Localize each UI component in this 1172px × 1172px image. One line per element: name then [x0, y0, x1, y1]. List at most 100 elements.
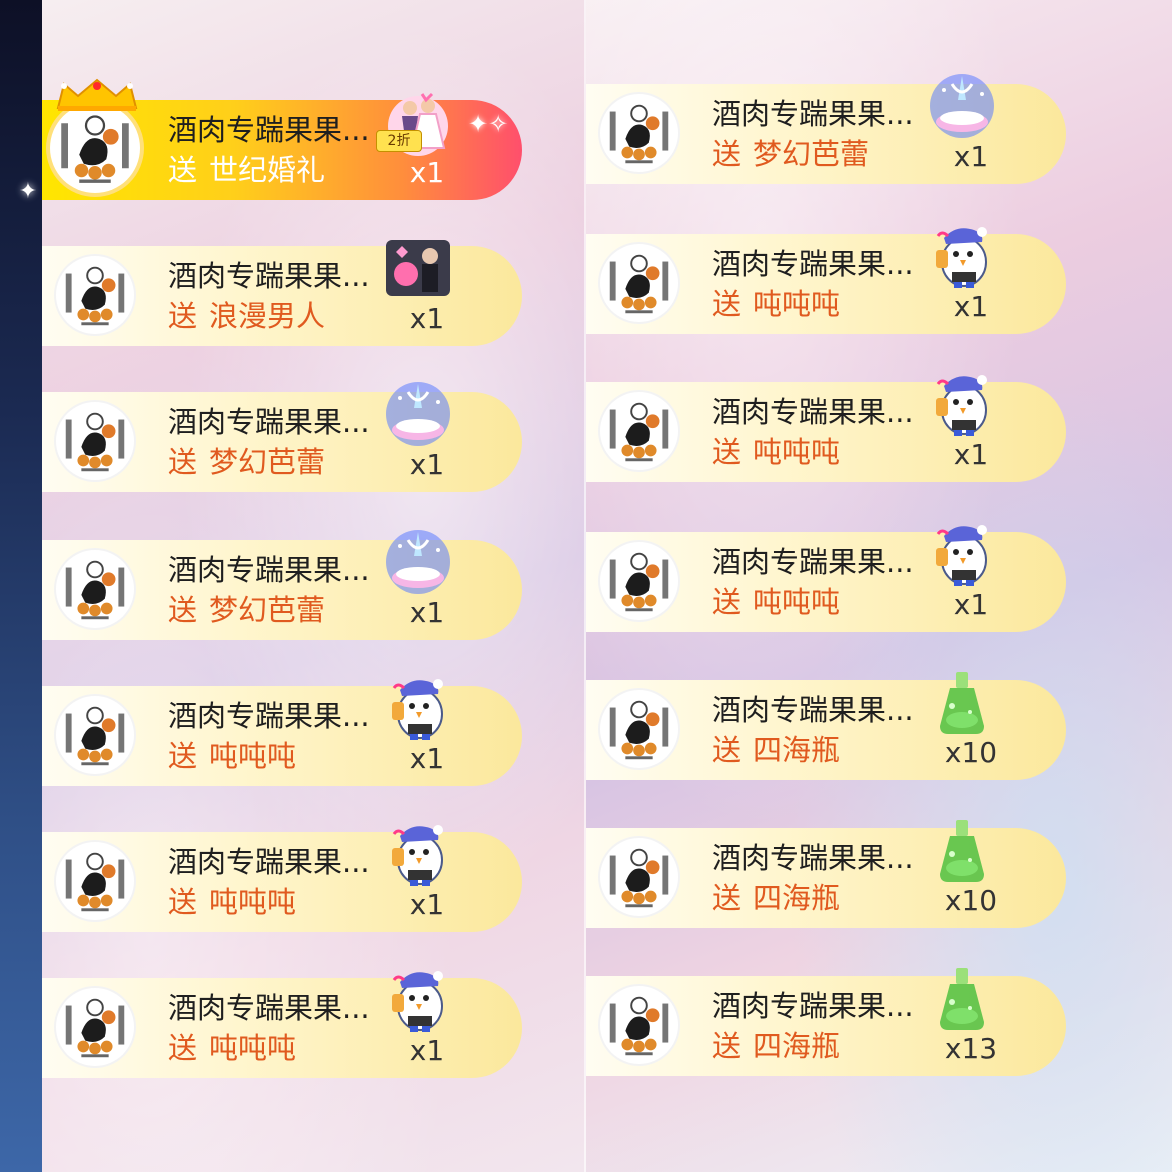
- gift-message-right_column-7[interactable]: 酒肉专踹果果... 送四海瓶 x13: [586, 968, 1066, 1076]
- gift-line: 送浪漫男人: [168, 298, 325, 334]
- gift-count: x1: [953, 140, 989, 173]
- gift-name: 吨吨吨: [209, 739, 297, 773]
- gift-name: 世纪婚礼: [209, 153, 326, 187]
- avatar[interactable]: [50, 103, 140, 193]
- gift-line: 送梦幻芭蕾: [168, 444, 325, 480]
- sender-name: 酒肉专踹果果...: [168, 259, 370, 293]
- sender-name: 酒肉专踹果果...: [712, 693, 914, 727]
- gift-message-right_column-5[interactable]: 酒肉专踹果果... 送四海瓶 x10: [586, 672, 1066, 780]
- discount-badge: 2折: [376, 130, 422, 152]
- gift-message-right_column-1[interactable]: 酒肉专踹果果... 送梦幻芭蕾 x1: [586, 74, 1066, 184]
- avatar[interactable]: [56, 988, 134, 1066]
- gift-message-right_column-3[interactable]: 酒肉专踹果果... 送吨吨吨 x1: [586, 375, 1066, 482]
- penguin-drink-icon: [382, 964, 454, 1036]
- penguin-drink-icon: [926, 220, 998, 292]
- avatar[interactable]: [56, 550, 134, 628]
- gift-name: 梦幻芭蕾: [209, 445, 326, 479]
- gift-count: x1: [409, 888, 445, 921]
- gift-message-left_column-1[interactable]: 酒肉专踹果果... 送世纪婚礼 x1 2折 ✦✧: [42, 78, 522, 200]
- sender-name: 酒肉专踹果果...: [168, 991, 370, 1025]
- send-label: 送: [712, 1029, 742, 1063]
- avatar[interactable]: [600, 838, 678, 916]
- sender-name: 酒肉专踹果果...: [712, 97, 914, 131]
- gift-line: 送吨吨吨: [712, 584, 840, 620]
- gift-message-right_column-4[interactable]: 酒肉专踹果果... 送吨吨吨 x1: [586, 525, 1066, 632]
- send-label: 送: [712, 137, 742, 171]
- gift-name: 浪漫男人: [209, 299, 326, 333]
- send-label: 送: [712, 435, 742, 469]
- avatar[interactable]: [56, 256, 134, 334]
- gift-count: x1: [409, 596, 445, 629]
- sender-name: 酒肉专踹果果...: [168, 699, 370, 733]
- avatar[interactable]: [600, 690, 678, 768]
- avatar[interactable]: [600, 392, 678, 470]
- sender-name: 酒肉专踹果果...: [712, 395, 914, 429]
- gift-name: 吨吨吨: [753, 287, 841, 321]
- gift-message-left_column-4[interactable]: 酒肉专踹果果... 送梦幻芭蕾 x1: [42, 530, 522, 640]
- gift-name: 吨吨吨: [209, 885, 297, 919]
- penguin-drink-icon: [926, 518, 998, 590]
- gift-name: 四海瓶: [753, 733, 841, 767]
- left-gift-panel: 酒肉专踹果果... 送世纪婚礼 x1 2折✦✧ 酒肉专踹果果... 送浪漫男人: [42, 0, 586, 1172]
- sender-name: 酒肉专踹果果...: [168, 113, 370, 147]
- gift-name: 吨吨吨: [753, 585, 841, 619]
- gift-message-left_column-6[interactable]: 酒肉专踹果果... 送吨吨吨 x1: [42, 825, 522, 932]
- gift-line: 送吨吨吨: [168, 738, 296, 774]
- dream-ballet-icon: [382, 378, 454, 450]
- send-label: 送: [168, 445, 198, 479]
- gift-count: x1: [953, 290, 989, 323]
- avatar[interactable]: [56, 402, 134, 480]
- send-label: 送: [168, 885, 198, 919]
- gift-message-left_column-5[interactable]: 酒肉专踹果果... 送吨吨吨 x1: [42, 679, 522, 786]
- sparkle-icon: ✦✧: [468, 110, 509, 138]
- gift-line: 送吨吨吨: [712, 286, 840, 322]
- avatar[interactable]: [600, 542, 678, 620]
- penguin-drink-icon: [926, 368, 998, 440]
- send-label: 送: [168, 299, 198, 333]
- green-bottle-icon: [926, 814, 998, 886]
- gift-line: 送吨吨吨: [168, 1030, 296, 1066]
- gift-line: 送吨吨吨: [168, 884, 296, 920]
- sender-name: 酒肉专踹果果...: [712, 841, 914, 875]
- send-label: 送: [712, 881, 742, 915]
- gift-name: 梦幻芭蕾: [209, 593, 326, 627]
- gift-message-right_column-2[interactable]: 酒肉专踹果果... 送吨吨吨 x1: [586, 227, 1066, 334]
- gift-name: 吨吨吨: [209, 1031, 297, 1065]
- gift-message-right_column-6[interactable]: 酒肉专踹果果... 送四海瓶 x10: [586, 820, 1066, 928]
- gift-line: 送四海瓶: [712, 1028, 840, 1064]
- gift-count: x1: [409, 742, 445, 775]
- sparkle-icon: ✦: [18, 179, 38, 204]
- gift-message-left_column-2[interactable]: 酒肉专踹果果... 送浪漫男人 x1: [42, 240, 522, 346]
- send-label: 送: [712, 287, 742, 321]
- gift-line: 送梦幻芭蕾: [712, 136, 869, 172]
- gift-count: x1: [409, 1034, 445, 1067]
- gift-line: 送世纪婚礼: [168, 152, 325, 188]
- gift-name: 四海瓶: [753, 881, 841, 915]
- avatar[interactable]: [600, 244, 678, 322]
- sender-name: 酒肉专踹果果...: [712, 989, 914, 1023]
- gift-message-left_column-7[interactable]: 酒肉专踹果果... 送吨吨吨 x1: [42, 971, 522, 1078]
- romantic-man-icon: [382, 232, 454, 304]
- green-bottle-icon: [926, 666, 998, 738]
- avatar[interactable]: [56, 842, 134, 920]
- gift-count: x1: [953, 438, 989, 471]
- right-gift-panel: 酒肉专踹果果... 送梦幻芭蕾 x1 酒肉专踹果果... 送吨吨吨 x1 酒肉专…: [586, 0, 1172, 1172]
- gift-count: x10: [944, 884, 998, 917]
- sender-name: 酒肉专踹果果...: [712, 545, 914, 579]
- gift-line: 送四海瓶: [712, 880, 840, 916]
- sender-name: 酒肉专踹果果...: [168, 553, 370, 587]
- avatar[interactable]: [56, 696, 134, 774]
- send-label: 送: [712, 733, 742, 767]
- send-label: 送: [168, 593, 198, 627]
- send-label: 送: [168, 1031, 198, 1065]
- gift-message-left_column-3[interactable]: 酒肉专踹果果... 送梦幻芭蕾 x1: [42, 382, 522, 492]
- avatar[interactable]: [600, 986, 678, 1064]
- avatar[interactable]: [600, 94, 678, 172]
- gift-count: x1: [409, 448, 445, 481]
- dream-ballet-icon: [382, 526, 454, 598]
- gift-name: 吨吨吨: [753, 435, 841, 469]
- gift-count: x1: [953, 588, 989, 621]
- send-label: 送: [168, 739, 198, 773]
- green-bottle-icon: [926, 962, 998, 1034]
- gift-count: x10: [944, 736, 998, 769]
